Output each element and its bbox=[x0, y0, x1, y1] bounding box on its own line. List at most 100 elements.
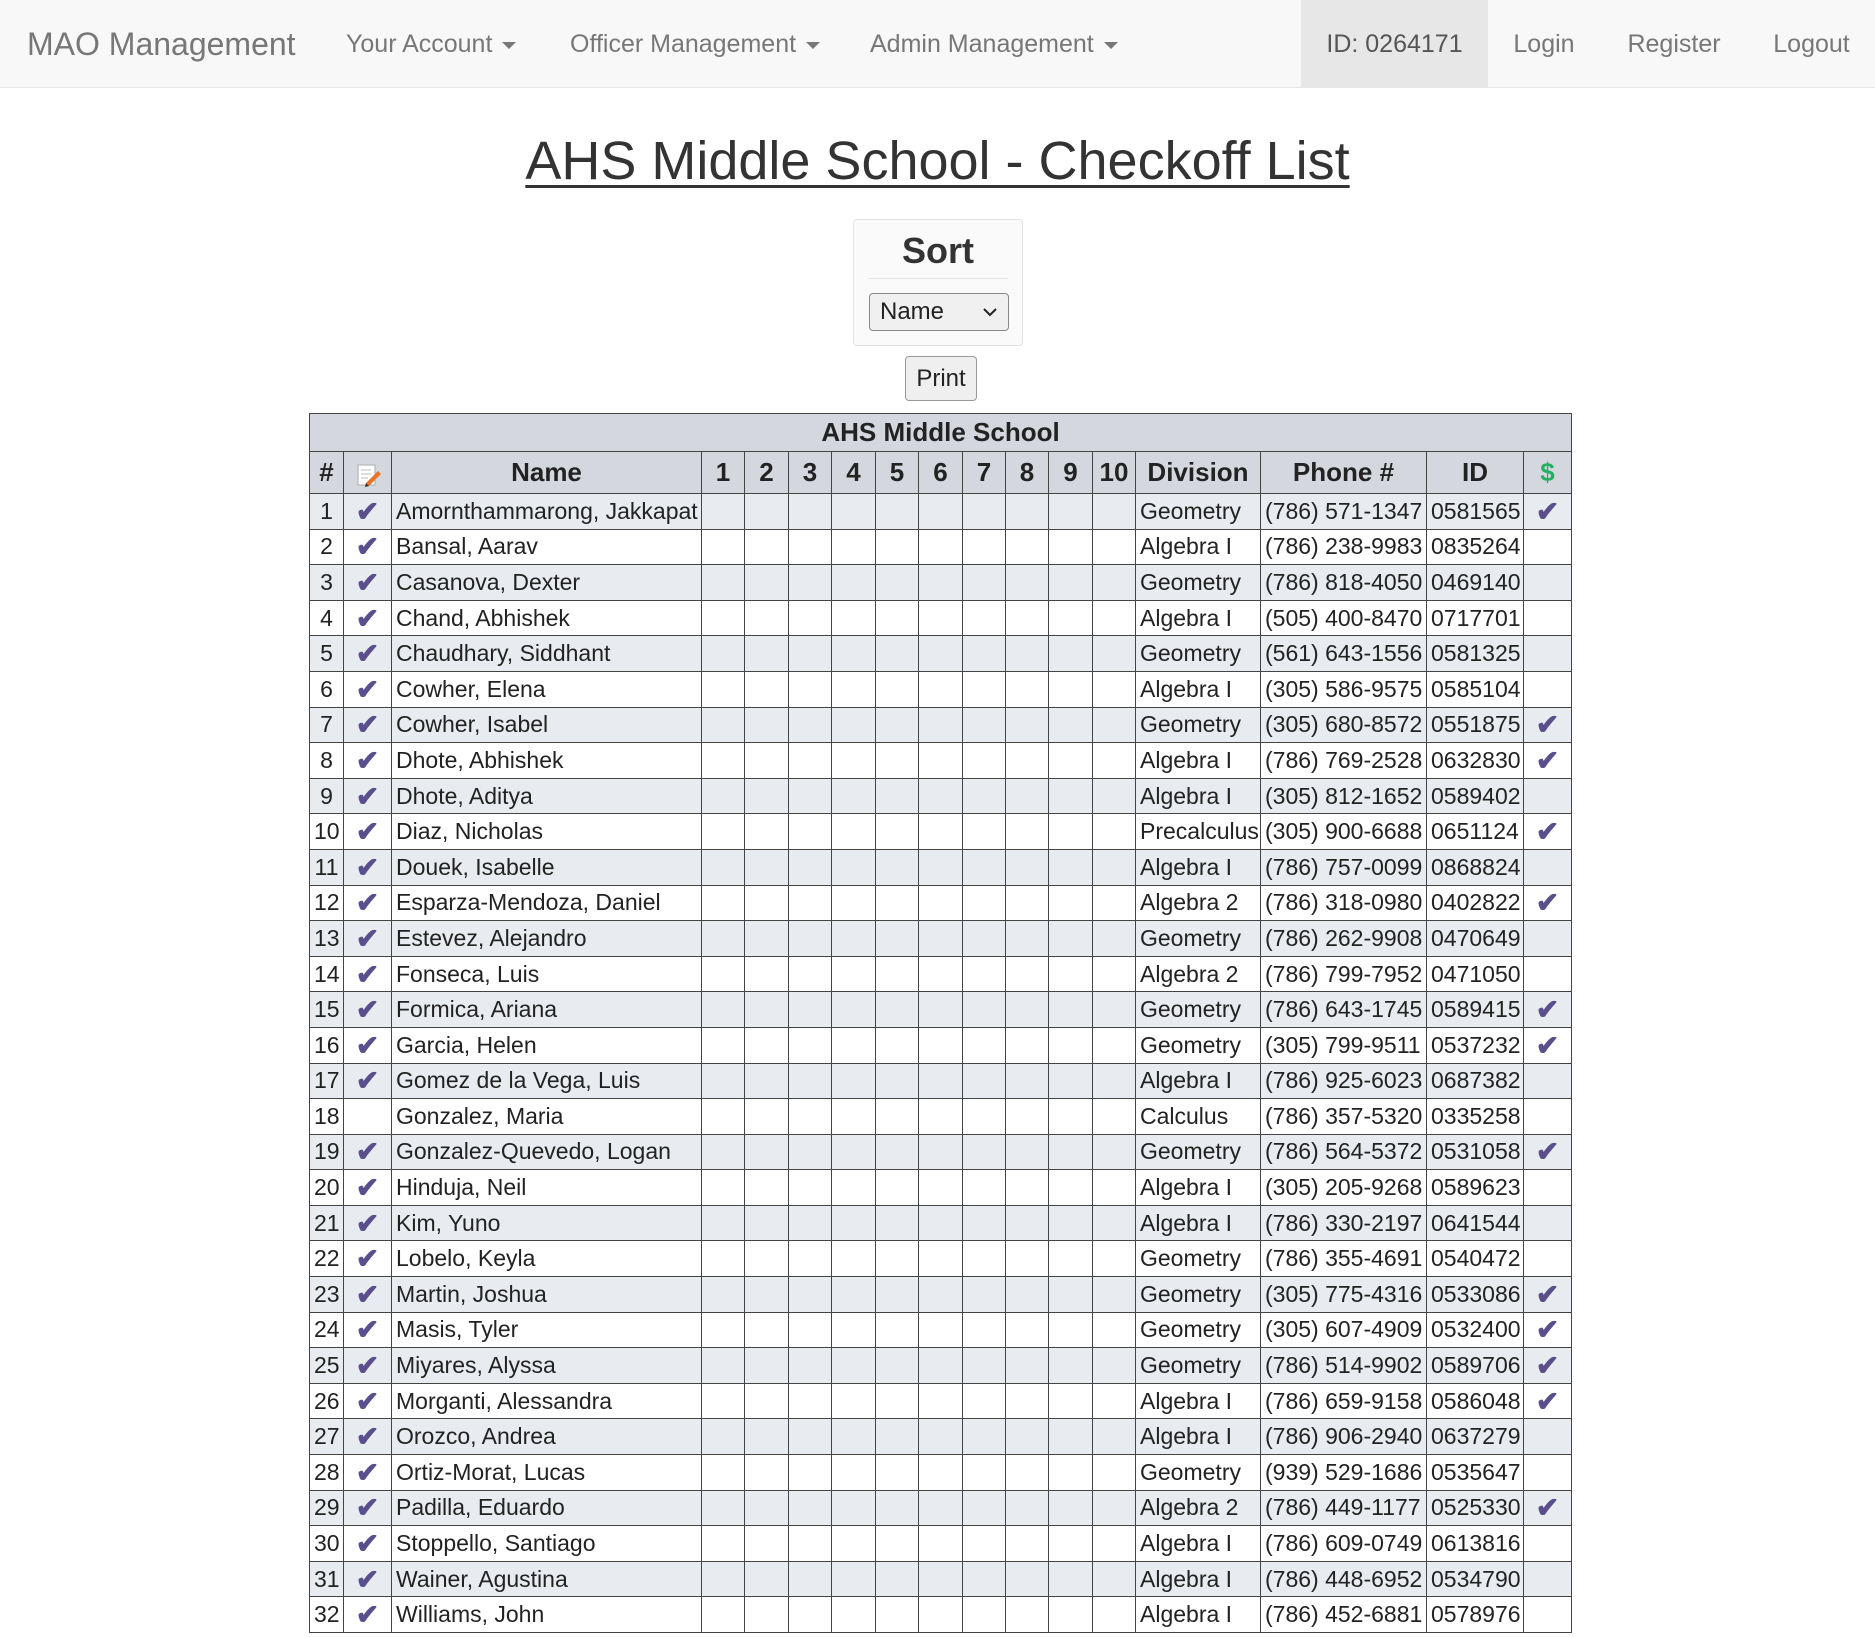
round-7-cell bbox=[962, 1454, 1006, 1491]
paid-checkmark-icon: ✔ bbox=[1522, 1026, 1573, 1064]
row-number: 18 bbox=[309, 1098, 344, 1135]
checkmark-icon[interactable]: ✔ bbox=[343, 1382, 392, 1420]
checkmark-icon[interactable]: ✔ bbox=[343, 706, 392, 744]
round-10-cell bbox=[1092, 493, 1136, 530]
row-number: 17 bbox=[309, 1062, 344, 1100]
col-header-10: 10 bbox=[1092, 451, 1136, 494]
round-2-cell bbox=[744, 1276, 789, 1313]
brand-link[interactable]: MAO Management bbox=[27, 0, 296, 88]
nav-user-id[interactable]: ID: 0264171 bbox=[1301, 0, 1488, 88]
nav-logout-link[interactable]: Logout bbox=[1748, 0, 1875, 88]
checkmark-icon[interactable]: ✔ bbox=[343, 884, 392, 922]
round-2-cell bbox=[744, 1133, 789, 1171]
round-5-cell bbox=[875, 1311, 919, 1349]
round-6-cell bbox=[918, 1276, 963, 1313]
checkmark-icon[interactable]: ✔ bbox=[343, 635, 392, 672]
round-4-cell bbox=[831, 1062, 876, 1100]
checkmark-icon[interactable]: ✔ bbox=[343, 955, 392, 993]
round-5-cell bbox=[875, 1240, 919, 1278]
col-header-5: 5 bbox=[875, 451, 919, 494]
round-6-cell bbox=[918, 670, 963, 708]
checkmark-icon[interactable]: ✔ bbox=[343, 813, 392, 850]
student-id: 0533086 bbox=[1426, 1276, 1524, 1313]
round-10-cell bbox=[1092, 1062, 1136, 1100]
round-9-cell bbox=[1048, 1560, 1093, 1598]
checkmark-icon[interactable]: ✔ bbox=[343, 991, 392, 1028]
checkmark-icon[interactable]: ✔ bbox=[343, 920, 392, 957]
round-3-cell bbox=[788, 1240, 832, 1278]
round-7-cell bbox=[962, 1276, 1006, 1313]
checkmark-icon[interactable]: ✔ bbox=[343, 1026, 392, 1064]
round-8-cell bbox=[1005, 848, 1049, 886]
nav-register-link[interactable]: Register bbox=[1600, 0, 1748, 88]
round-2-cell bbox=[744, 1311, 789, 1349]
round-9-cell bbox=[1048, 991, 1093, 1028]
checkmark-icon[interactable]: ✔ bbox=[343, 1596, 392, 1633]
checkmark-icon[interactable]: ✔ bbox=[343, 1454, 392, 1491]
student-name: Kim, Yuno bbox=[391, 1204, 702, 1242]
round-3-cell bbox=[788, 1418, 832, 1456]
round-8-cell bbox=[1005, 1560, 1049, 1598]
checkmark-icon[interactable]: ✔ bbox=[343, 777, 392, 815]
checkmark-icon[interactable]: ✔ bbox=[343, 742, 392, 779]
student-division: Algebra I bbox=[1135, 1596, 1261, 1633]
round-9-cell bbox=[1048, 528, 1093, 566]
checkmark-icon[interactable]: ✔ bbox=[343, 599, 392, 637]
round-9-cell bbox=[1048, 1098, 1093, 1135]
round-9-cell bbox=[1048, 1596, 1093, 1633]
empty-check-cell[interactable] bbox=[343, 1098, 392, 1135]
nav-officer-management-dropdown[interactable]: Officer Management bbox=[570, 0, 821, 88]
student-name: Chand, Abhishek bbox=[391, 599, 702, 637]
student-phone: (786) 355-4691 bbox=[1260, 1240, 1427, 1278]
row-number: 2 bbox=[309, 528, 344, 566]
checkmark-icon[interactable]: ✔ bbox=[343, 1489, 392, 1527]
checkmark-icon[interactable]: ✔ bbox=[343, 1560, 392, 1598]
row-number: 15 bbox=[309, 991, 344, 1028]
row-number: 20 bbox=[309, 1169, 344, 1206]
student-name: Gonzalez, Maria bbox=[391, 1098, 702, 1135]
round-1-cell bbox=[701, 493, 745, 530]
print-button[interactable]: Print bbox=[905, 356, 977, 401]
student-phone: (786) 318-0980 bbox=[1260, 884, 1427, 922]
checkmark-icon[interactable]: ✔ bbox=[343, 1276, 392, 1313]
round-7-cell bbox=[962, 670, 1006, 708]
row-number: 13 bbox=[309, 920, 344, 957]
checkmark-icon[interactable]: ✔ bbox=[343, 1062, 392, 1100]
nav-login-link[interactable]: Login bbox=[1488, 0, 1600, 88]
round-9-cell bbox=[1048, 955, 1093, 993]
student-phone: (786) 262-9908 bbox=[1260, 920, 1427, 957]
checkmark-icon[interactable]: ✔ bbox=[343, 1311, 392, 1349]
round-10-cell bbox=[1092, 564, 1136, 601]
checkmark-icon[interactable]: ✔ bbox=[343, 493, 392, 530]
table-row: 10 ✔ Diaz, Nicholas Precalculus (305) 900-66… bbox=[309, 813, 1573, 850]
round-5-cell bbox=[875, 1062, 919, 1100]
checkmark-icon[interactable]: ✔ bbox=[343, 1169, 392, 1206]
checkmark-icon[interactable]: ✔ bbox=[343, 564, 392, 601]
paid-checkmark-icon: ✔ bbox=[1522, 1276, 1573, 1313]
checkmark-icon[interactable]: ✔ bbox=[343, 1347, 392, 1384]
round-2-cell bbox=[744, 493, 789, 530]
checkmark-icon[interactable]: ✔ bbox=[343, 1133, 392, 1171]
checkmark-icon[interactable]: ✔ bbox=[343, 848, 392, 886]
student-id: 0525330 bbox=[1426, 1489, 1524, 1527]
checkmark-icon[interactable]: ✔ bbox=[343, 1418, 392, 1456]
row-number: 9 bbox=[309, 777, 344, 815]
checkmark-icon[interactable]: ✔ bbox=[343, 528, 392, 566]
student-division: Algebra I bbox=[1135, 777, 1261, 815]
table-row: 29 ✔ Padilla, Eduardo Algebra 2 (786) 449-11… bbox=[309, 1489, 1573, 1527]
table-caption: AHS Middle School bbox=[308, 413, 1573, 452]
checkmark-icon[interactable]: ✔ bbox=[343, 1525, 392, 1562]
row-number: 11 bbox=[309, 848, 344, 886]
nav-your-account-dropdown[interactable]: Your Account bbox=[346, 0, 517, 88]
sort-select[interactable]: Name bbox=[869, 293, 1009, 331]
round-3-cell bbox=[788, 920, 832, 957]
student-name: Martin, Joshua bbox=[391, 1276, 702, 1313]
checkmark-icon[interactable]: ✔ bbox=[343, 1240, 392, 1278]
round-4-cell bbox=[831, 1454, 876, 1491]
round-6-cell bbox=[918, 848, 963, 886]
nav-admin-management-dropdown[interactable]: Admin Management bbox=[870, 0, 1118, 88]
student-id: 0532400 bbox=[1426, 1311, 1524, 1349]
checkmark-icon[interactable]: ✔ bbox=[343, 1204, 392, 1242]
checkmark-icon[interactable]: ✔ bbox=[343, 670, 392, 708]
student-name: Diaz, Nicholas bbox=[391, 813, 702, 850]
